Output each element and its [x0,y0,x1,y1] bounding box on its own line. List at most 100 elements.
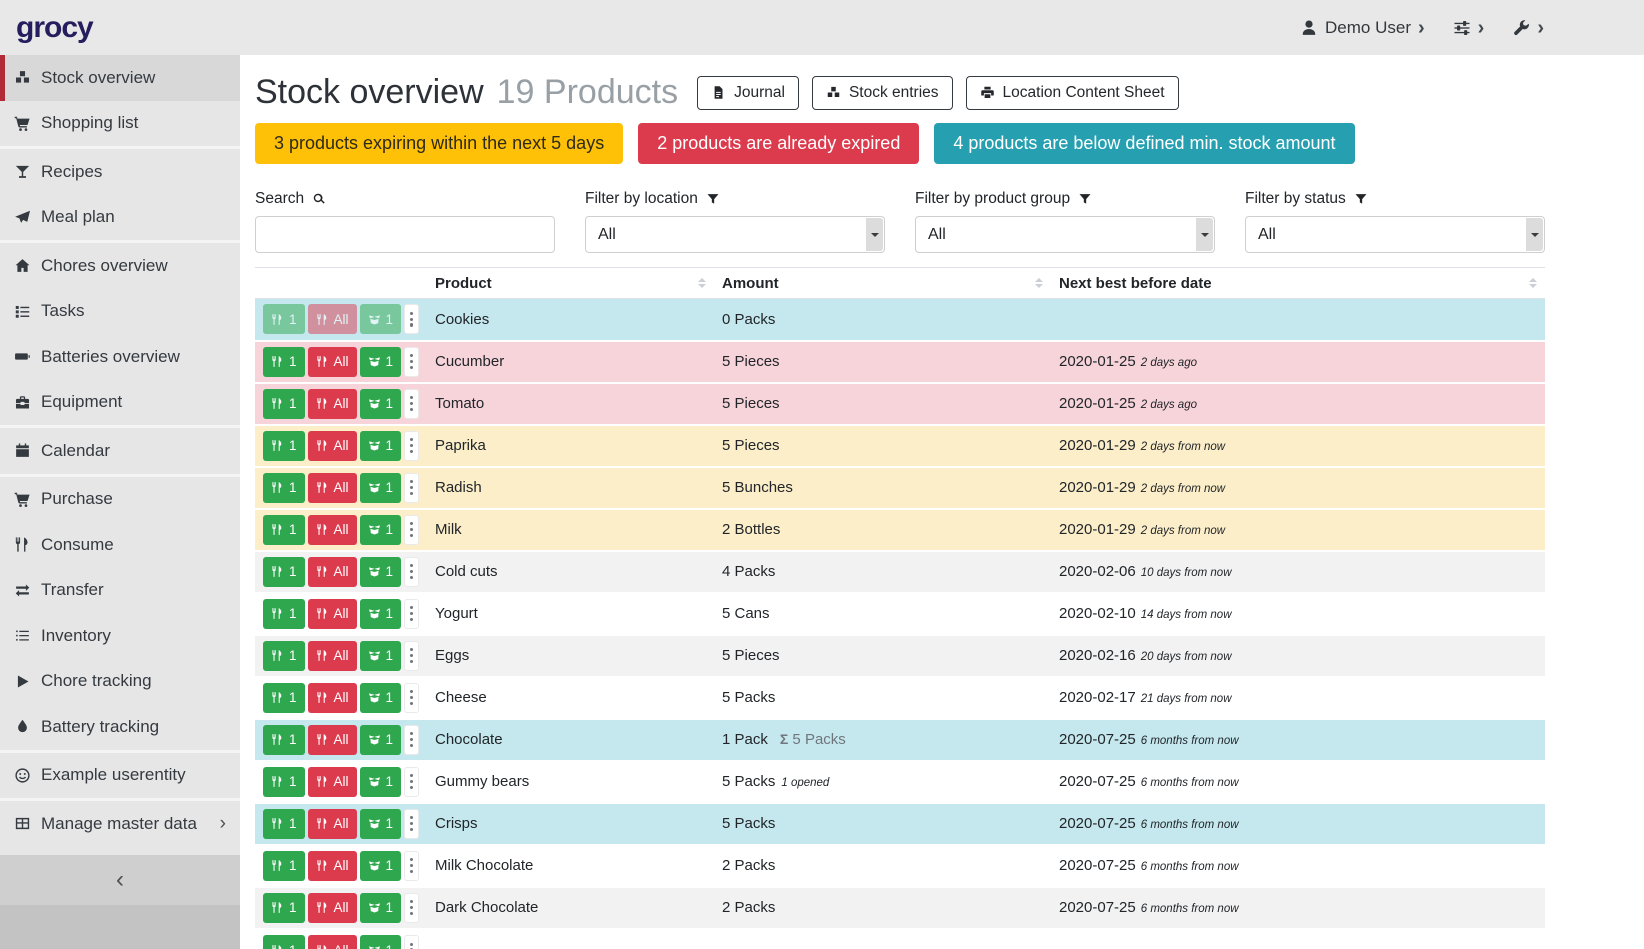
sidebar-item-chores-overview[interactable]: Chores overview [0,243,240,289]
consume-all-button[interactable]: All [308,557,357,587]
consume-one-button[interactable]: 1 [263,725,305,755]
settings-menu[interactable]: › [1453,18,1485,38]
consume-all-button[interactable]: All [308,515,357,545]
consume-one-button[interactable]: 1 [263,557,305,587]
open-one-button[interactable]: 1 [360,935,402,949]
row-menu-button[interactable] [404,935,419,949]
sidebar-item-chore-tracking[interactable]: Chore tracking [0,659,240,705]
sidebar-item-consume[interactable]: Consume [0,522,240,568]
row-menu-button[interactable] [404,473,419,503]
sidebar-item-calendar[interactable]: Calendar [0,428,240,474]
consume-one-button[interactable]: 1 [263,389,305,419]
info-banner[interactable]: 4 products are below defined min. stock … [934,123,1354,164]
status-filter-select[interactable]: All [1245,216,1545,253]
column-header-next-best-before-date[interactable]: Next best before date [1051,268,1545,299]
consume-all-button[interactable]: All [308,935,357,949]
column-header-amount[interactable]: Amount [714,268,1051,299]
open-one-button[interactable]: 1 [360,389,402,419]
row-menu-button[interactable] [404,557,419,587]
sidebar-item-purchase[interactable]: Purchase [0,477,240,523]
consume-all-button[interactable]: All [308,599,357,629]
consume-all-button[interactable]: All [308,683,357,713]
open-one-button[interactable]: 1 [360,347,402,377]
sidebar-item-equipment[interactable]: Equipment [0,380,240,426]
consume-all-button[interactable]: All [308,641,357,671]
row-menu-button[interactable] [404,851,419,881]
sidebar-item-batteries-overview[interactable]: Batteries overview [0,334,240,380]
open-one-button[interactable]: 1 [360,599,402,629]
consume-one-button[interactable]: 1 [263,809,305,839]
open-one-button[interactable]: 1 [360,767,402,797]
admin-menu[interactable]: › [1512,18,1544,38]
row-menu-button[interactable] [404,767,419,797]
row-menu-button[interactable] [404,347,419,377]
user-menu[interactable]: Demo User › [1300,18,1425,38]
sidebar-item-stock-overview[interactable]: Stock overview [0,55,240,101]
location-filter-select[interactable]: All [585,216,885,253]
open-one-button[interactable]: 1 [360,304,402,334]
row-menu-button[interactable] [404,725,419,755]
column-header-product[interactable]: Product [427,268,714,299]
app-logo[interactable]: grocy [16,11,93,45]
sidebar-item-example-userentity[interactable]: Example userentity [0,753,240,799]
sidebar-item-shopping-list[interactable]: Shopping list [0,101,240,147]
consume-all-button[interactable]: All [308,851,357,881]
row-menu-button[interactable] [404,809,419,839]
sidebar-item-recipes[interactable]: Recipes [0,149,240,195]
location-content-sheet-button[interactable]: Location Content Sheet [966,76,1179,110]
consume-one-button[interactable]: 1 [263,599,305,629]
open-one-button[interactable]: 1 [360,557,402,587]
consume-all-button[interactable]: All [308,431,357,461]
consume-one-button[interactable]: 1 [263,473,305,503]
row-menu-button[interactable] [404,304,419,334]
open-one-button[interactable]: 1 [360,893,402,923]
row-menu-button[interactable] [404,893,419,923]
open-one-button[interactable]: 1 [360,725,402,755]
sidebar-collapse-button[interactable]: ‹ [0,855,240,905]
consume-one-button[interactable]: 1 [263,893,305,923]
sidebar-item-inventory[interactable]: Inventory [0,613,240,659]
sidebar-item-manage-master-data[interactable]: Manage master data› [0,801,240,847]
product-group-filter-select[interactable]: All [915,216,1215,253]
journal-button[interactable]: Journal [697,76,799,110]
open-one-button[interactable]: 1 [360,473,402,503]
row-menu-button[interactable] [404,431,419,461]
consume-one-button[interactable]: 1 [263,935,305,949]
consume-all-button[interactable]: All [308,725,357,755]
consume-one-button[interactable]: 1 [263,641,305,671]
consume-one-button[interactable]: 1 [263,347,305,377]
sidebar-item-tasks[interactable]: Tasks [0,289,240,335]
stock-entries-button[interactable]: Stock entries [812,76,953,110]
warning-banner[interactable]: 3 products expiring within the next 5 da… [255,123,623,164]
consume-one-button[interactable]: 1 [263,515,305,545]
sidebar-item-battery-tracking[interactable]: Battery tracking [0,704,240,750]
consume-one-button[interactable]: 1 [263,304,305,334]
filter-bar: Search Filter by location All Filter by … [255,190,1545,253]
consume-all-button[interactable]: All [308,304,357,334]
consume-all-button[interactable]: All [308,347,357,377]
consume-all-button[interactable]: All [308,473,357,503]
sidebar-item-transfer[interactable]: Transfer [0,568,240,614]
open-one-button[interactable]: 1 [360,683,402,713]
search-input[interactable] [255,216,555,253]
row-menu-button[interactable] [404,683,419,713]
consume-all-button[interactable]: All [308,767,357,797]
consume-all-button[interactable]: All [308,893,357,923]
open-one-button[interactable]: 1 [360,515,402,545]
consume-one-button[interactable]: 1 [263,851,305,881]
row-menu-button[interactable] [404,641,419,671]
open-one-button[interactable]: 1 [360,641,402,671]
row-menu-button[interactable] [404,389,419,419]
consume-one-button[interactable]: 1 [263,683,305,713]
consume-all-button[interactable]: All [308,389,357,419]
danger-banner[interactable]: 2 products are already expired [638,123,919,164]
open-one-button[interactable]: 1 [360,851,402,881]
consume-one-button[interactable]: 1 [263,767,305,797]
consume-all-button[interactable]: All [308,809,357,839]
sidebar-item-meal-plan[interactable]: Meal plan [0,195,240,241]
row-menu-button[interactable] [404,599,419,629]
consume-one-button[interactable]: 1 [263,431,305,461]
open-one-button[interactable]: 1 [360,431,402,461]
open-one-button[interactable]: 1 [360,809,402,839]
row-menu-button[interactable] [404,515,419,545]
